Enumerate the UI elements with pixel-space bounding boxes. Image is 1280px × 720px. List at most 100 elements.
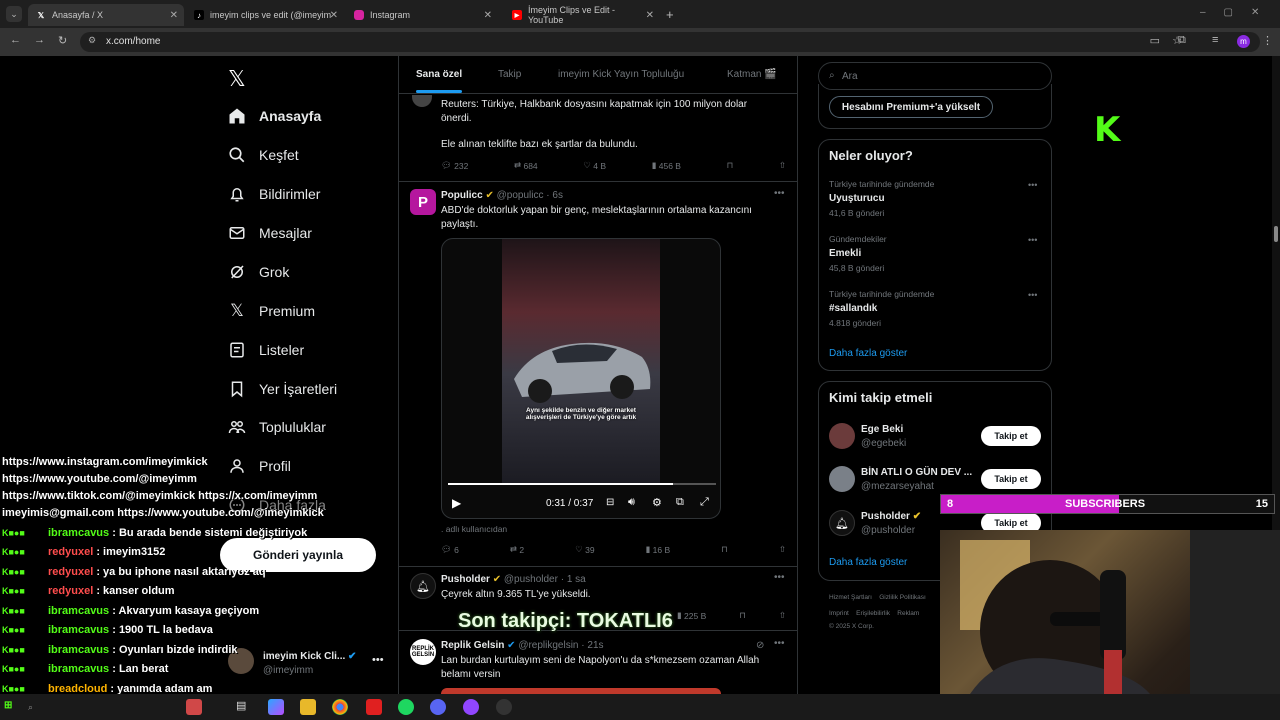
account-more-icon[interactable]: ••• xyxy=(372,654,384,666)
menu-kebab-icon[interactable]: ⋮ xyxy=(1262,34,1273,47)
url-input[interactable]: ⚙ x.com/home ▭ ☆ xyxy=(80,32,1260,52)
more-icon[interactable]: ••• xyxy=(774,188,785,199)
tab-community[interactable]: imeyim Kick Yayın Topluluğu xyxy=(558,69,684,80)
author-name[interactable]: Pusholder xyxy=(441,574,490,585)
repost-button[interactable]: ⇄ 684 xyxy=(514,160,538,171)
media-icon[interactable]: ≡ xyxy=(1212,34,1218,46)
footer-link[interactable]: Gizlilik Politikası xyxy=(879,594,926,601)
more-icon[interactable]: ••• xyxy=(774,638,785,649)
settings-icon[interactable]: ⚙ xyxy=(652,496,662,509)
spotify-icon[interactable] xyxy=(398,699,414,715)
reply-button[interactable]: 💬︎ 232 xyxy=(441,160,468,171)
profile-avatar-icon[interactable]: m xyxy=(1237,35,1250,48)
account-name[interactable]: imeyim Kick Cli... ✔ xyxy=(263,651,356,662)
views-button[interactable]: ▮ 456 B xyxy=(652,160,681,171)
obs-icon[interactable] xyxy=(496,699,512,715)
nav-bookmarks[interactable]: Yer İşaretleri xyxy=(228,376,337,402)
suggested-user-name[interactable]: Pusholder ✔ xyxy=(861,511,921,522)
tab-katman[interactable]: Katman 🎬 xyxy=(727,69,777,80)
nav-home[interactable]: Anasayfa xyxy=(228,103,321,129)
nav-communities[interactable]: Topluluklar xyxy=(228,414,326,440)
views-button[interactable]: ▮ 225 B xyxy=(677,610,706,621)
suggested-user-name[interactable]: BİN ATLI O GÜN DEV ... xyxy=(861,467,972,478)
author-name[interactable]: Replik Gelsin xyxy=(441,640,504,651)
app-icon[interactable] xyxy=(463,699,479,715)
nav-explore[interactable]: Keşfet xyxy=(228,142,299,168)
author-name[interactable]: Populicc xyxy=(441,190,483,201)
tab-search-chevron-icon[interactable]: ⌄ xyxy=(6,6,22,22)
trend-more-icon[interactable]: ••• xyxy=(1028,180,1037,190)
trend-more-icon[interactable]: ••• xyxy=(1028,290,1037,300)
like-button[interactable]: ♡ 39 xyxy=(575,544,594,555)
tab-following[interactable]: Takip xyxy=(498,69,521,80)
trend-item[interactable]: Türkiye tarihinde gündemde #sallandık 4.… xyxy=(829,289,934,328)
views-button[interactable]: ▮ 16 B xyxy=(646,544,671,555)
trend-item[interactable]: Türkiye tarihinde gündemde Uyuşturucu 41… xyxy=(829,179,934,218)
share-button[interactable]: ⇧ xyxy=(779,160,786,171)
footer-link[interactable]: Reklam xyxy=(897,610,919,617)
reload-icon[interactable]: ↻ xyxy=(58,34,67,47)
video-progress-track[interactable] xyxy=(448,483,716,485)
new-tab-icon[interactable]: + xyxy=(666,7,674,22)
footer-link[interactable]: Erişilebilirlik xyxy=(856,610,890,617)
scrollbar-thumb[interactable] xyxy=(1274,226,1278,242)
windows-start-icon[interactable]: ⊞ xyxy=(4,700,12,711)
nav-messages[interactable]: Mesajlar xyxy=(228,220,312,246)
nav-notifications[interactable]: Bildirimler xyxy=(228,181,320,207)
copilot-icon[interactable] xyxy=(268,699,284,715)
share-button[interactable]: ⇧ xyxy=(779,544,786,555)
reply-button[interactable]: 💬︎ 6 xyxy=(441,544,459,555)
nav-lists[interactable]: Listeler xyxy=(228,337,304,363)
tweet-time[interactable]: 6s xyxy=(552,190,563,201)
nav-premium[interactable]: 𝕏 Premium xyxy=(228,298,315,324)
extensions-icon[interactable]: ⧉ xyxy=(1178,34,1186,47)
more-icon[interactable]: ••• xyxy=(774,572,785,583)
browser-tab-youtube[interactable]: ▶ İmeyim Clips ve Edit - YouTube ✕ xyxy=(504,4,660,26)
browser-tab-tiktok[interactable]: ♪ imeyim clips ve edit (@imeyim ✕ xyxy=(186,4,344,26)
nav-grok[interactable]: Grok xyxy=(228,259,289,285)
forward-icon[interactable]: → xyxy=(34,34,45,46)
browser-tab-instagram[interactable]: Instagram ✕ xyxy=(346,4,498,26)
follow-button[interactable]: Takip et xyxy=(981,469,1041,489)
x-home-logo-icon[interactable]: 𝕏 xyxy=(228,66,246,92)
avatar[interactable]: REPLİK GELSİN xyxy=(410,639,436,665)
trend-item[interactable]: Gündemdekiler Emekli 45,8 B gönderi xyxy=(829,234,887,273)
volume-icon[interactable]: 🔊︎ xyxy=(628,496,635,509)
pip-icon[interactable]: ⧉ xyxy=(676,496,684,509)
grok-icon[interactable]: ⊘ xyxy=(756,640,764,651)
cast-icon[interactable]: ▭ xyxy=(1150,34,1160,47)
suggested-user-name[interactable]: Ege Beki xyxy=(861,424,903,435)
show-more-trends-link[interactable]: Daha fazla göster xyxy=(829,348,907,359)
author-handle[interactable]: @populicc xyxy=(497,190,544,201)
avatar[interactable]: P xyxy=(410,189,436,215)
avatar[interactable]: 🔔︎ xyxy=(410,573,436,599)
browser-tab-x[interactable]: 𝕏 Anasayfa / X ✕ xyxy=(28,4,184,26)
back-icon[interactable]: ← xyxy=(10,34,21,46)
footer-link[interactable]: Imprint xyxy=(829,610,849,617)
site-info-icon[interactable]: ⚙ xyxy=(88,35,96,46)
like-button[interactable]: ♡ 4 B xyxy=(583,160,606,171)
tab-for-you[interactable]: Sana özel xyxy=(416,69,462,80)
app-icon[interactable] xyxy=(186,699,202,715)
window-controls[interactable]: –▢✕ xyxy=(1200,7,1277,18)
close-tab-icon[interactable]: ✕ xyxy=(484,10,492,21)
avatar[interactable]: 🔔︎ xyxy=(829,510,855,536)
footer-link[interactable]: Hizmet Şartları xyxy=(829,594,872,601)
avatar[interactable] xyxy=(829,466,855,492)
close-tab-icon[interactable]: ✕ xyxy=(330,10,338,21)
play-icon[interactable]: ▶ xyxy=(452,496,461,510)
video-player[interactable]: Aynı şekilde benzin ve diğer market alış… xyxy=(441,238,721,519)
chrome-icon[interactable] xyxy=(332,699,348,715)
trend-more-icon[interactable]: ••• xyxy=(1028,235,1037,245)
file-explorer-icon[interactable] xyxy=(300,699,316,715)
avatar[interactable] xyxy=(829,423,855,449)
bookmark-button[interactable]: ⊓ xyxy=(721,544,728,555)
premium-upgrade-button[interactable]: Hesabını Premium+'a yükselt xyxy=(829,96,993,118)
repost-button[interactable]: ⇄ 2 xyxy=(510,544,524,555)
task-view-icon[interactable]: ▤ xyxy=(236,699,252,715)
follow-button[interactable]: Takip et xyxy=(981,426,1041,446)
taskbar-search[interactable]: ⌕ xyxy=(28,702,33,713)
show-more-who-link[interactable]: Daha fazla göster xyxy=(829,557,907,568)
close-tab-icon[interactable]: ✕ xyxy=(646,10,654,21)
discord-icon[interactable] xyxy=(430,699,446,715)
